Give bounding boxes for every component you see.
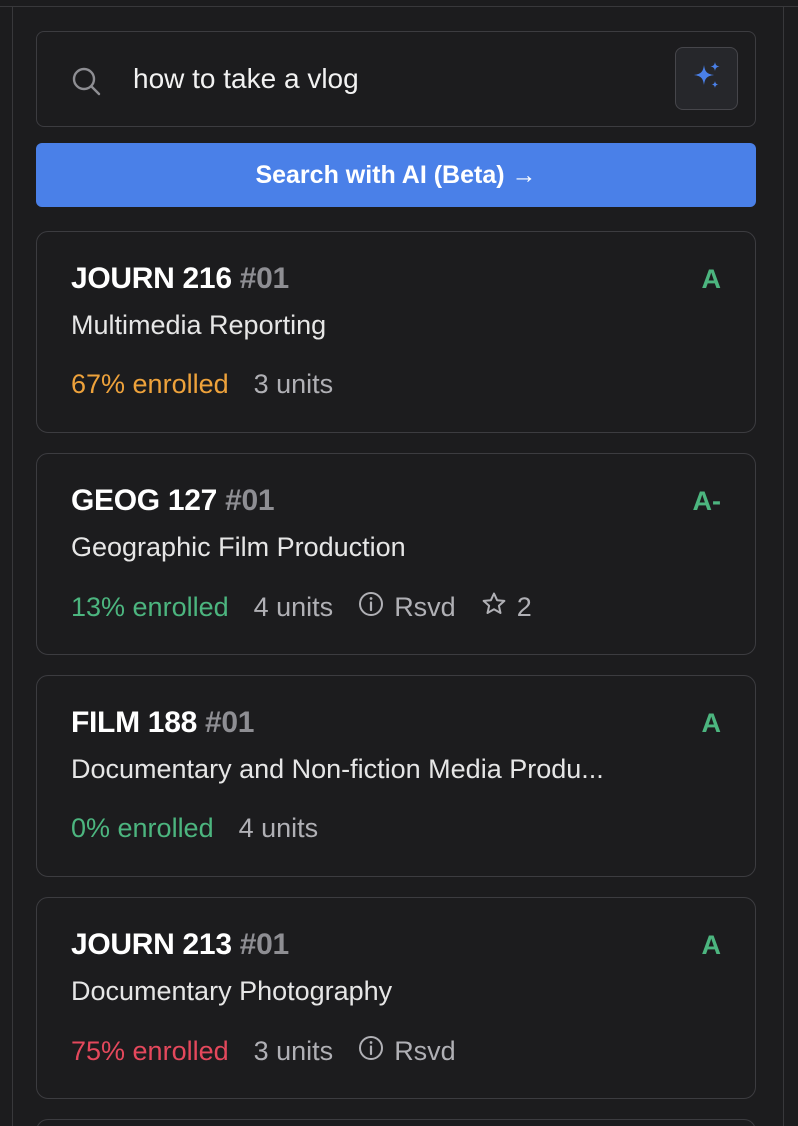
- course-grade: A-: [692, 486, 722, 516]
- course-code-line: JOURN 213 #01: [71, 928, 289, 962]
- sparkle-icon: [690, 59, 724, 98]
- course-title: Geographic Film Production: [71, 532, 406, 562]
- course-section: #01: [239, 928, 289, 961]
- course-section: #01: [239, 262, 289, 295]
- course-grade: A: [701, 264, 722, 294]
- course-code-line: JOURN 216 #01: [71, 262, 289, 296]
- search-with-ai-button[interactable]: Search with AI (Beta) →: [36, 143, 756, 207]
- info-icon: [358, 1035, 394, 1068]
- course-title: Documentary and Non-fiction Media Produ.…: [71, 754, 604, 784]
- course-section: #01: [225, 484, 275, 517]
- enrollment-status: 13% enrolled: [71, 592, 229, 622]
- course-meta: 75% enrolled 3 units Rsvd: [71, 1035, 481, 1068]
- course-meta: 67% enrolled 3 units: [71, 369, 358, 400]
- course-units: 3 units: [253, 369, 334, 399]
- course-code: GEOG 127: [71, 484, 218, 517]
- search-input[interactable]: [133, 54, 653, 104]
- course-code: FILM 188: [71, 706, 197, 739]
- course-code: JOURN 216: [71, 262, 232, 295]
- course-code: JOURN 213: [71, 928, 232, 961]
- course-card[interactable]: JOURN 213 #01 A Documentary Photography …: [36, 897, 756, 1099]
- reserved-indicator: Rsvd: [358, 591, 456, 624]
- course-meta: 13% enrolled 4 units Rsvd 2: [71, 591, 557, 624]
- course-card[interactable]: GEOG 127 #01 A- Geographic Film Producti…: [36, 453, 756, 655]
- course-code-line: FILM 188 #01: [71, 706, 254, 740]
- reserved-label: Rsvd: [394, 1036, 456, 1066]
- search-with-ai-label: Search with AI (Beta) →: [255, 160, 537, 189]
- enrollment-status: 0% enrolled: [71, 813, 214, 843]
- star-icon: [481, 591, 517, 624]
- course-card[interactable]: FILM 188 #01 A Documentary and Non-ficti…: [36, 675, 756, 877]
- search-icon: [71, 66, 101, 96]
- ai-sparkle-button[interactable]: [675, 47, 738, 110]
- course-code-line: GEOG 127 #01: [71, 484, 275, 518]
- course-grade: A: [701, 708, 722, 738]
- search-box: [36, 31, 756, 127]
- course-section: #01: [205, 706, 255, 739]
- course-card[interactable]: [36, 1119, 756, 1126]
- info-icon: [358, 591, 394, 624]
- course-title: Multimedia Reporting: [71, 310, 327, 340]
- enrollment-status: 67% enrolled: [71, 369, 229, 399]
- course-meta: 0% enrolled 4 units: [71, 813, 343, 844]
- course-units: 4 units: [238, 813, 319, 843]
- favorite-count-value: 2: [516, 592, 532, 622]
- favorite-count[interactable]: 2: [481, 591, 532, 624]
- course-units: 3 units: [253, 1036, 334, 1066]
- enrollment-status: 75% enrolled: [71, 1036, 229, 1066]
- course-units: 4 units: [253, 592, 334, 622]
- course-grade: A: [701, 930, 722, 960]
- reserved-label: Rsvd: [394, 592, 456, 622]
- course-card[interactable]: JOURN 216 #01 A Multimedia Reporting 67%…: [36, 231, 756, 433]
- reserved-indicator: Rsvd: [358, 1035, 456, 1068]
- course-title: Documentary Photography: [71, 976, 393, 1006]
